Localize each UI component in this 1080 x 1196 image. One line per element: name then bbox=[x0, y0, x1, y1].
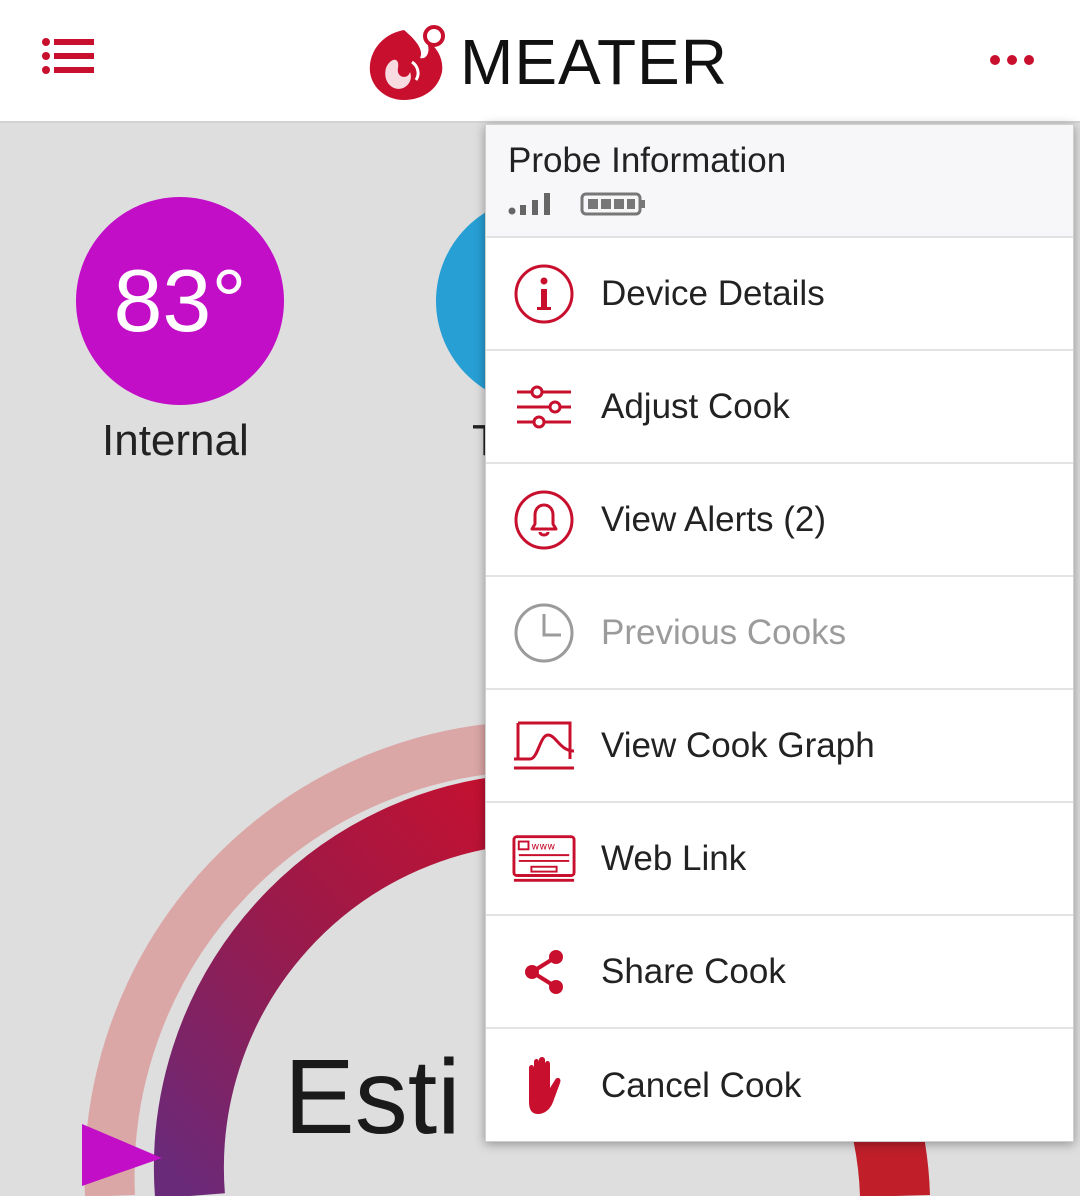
overflow-menu: Probe Information Device Details Adjust … bbox=[485, 124, 1074, 1142]
estimate-title: Esti bbox=[284, 1038, 461, 1156]
web-link-icon: www bbox=[512, 827, 576, 891]
probe-information-header: Probe Information bbox=[486, 125, 1073, 238]
menu-item-label: View Cook Graph bbox=[601, 725, 875, 765]
menu-item-label: Cancel Cook bbox=[601, 1065, 802, 1105]
stop-hand-icon bbox=[512, 1054, 576, 1118]
menu-item-label: Adjust Cook bbox=[601, 386, 790, 426]
graph-icon bbox=[512, 714, 576, 778]
menu-item-label: Web Link bbox=[601, 838, 747, 878]
menu-item-cancel-cook[interactable]: Cancel Cook bbox=[486, 1029, 1073, 1142]
menu-item-label: Share Cook bbox=[601, 951, 786, 991]
meater-logo: MEATER bbox=[364, 22, 728, 102]
internal-label: Internal bbox=[102, 416, 249, 465]
menu-item-web-link[interactable]: www Web Link bbox=[486, 803, 1073, 916]
menu-item-label: View Alerts (2) bbox=[601, 499, 826, 539]
menu-item-view-cook-graph[interactable]: View Cook Graph bbox=[486, 690, 1073, 803]
clock-icon bbox=[512, 601, 576, 665]
probe-status bbox=[508, 191, 1073, 217]
bell-icon bbox=[512, 488, 576, 552]
flame-logo-icon bbox=[369, 25, 445, 100]
internal-temp-circle[interactable]: 83° bbox=[76, 197, 284, 405]
share-icon bbox=[512, 940, 576, 1004]
sliders-icon bbox=[512, 375, 576, 439]
signal-strength-icon bbox=[508, 193, 550, 215]
probe-title: Probe Information bbox=[508, 141, 787, 180]
menu-item-adjust-cook[interactable]: Adjust Cook bbox=[486, 351, 1073, 464]
menu-item-label: Device Details bbox=[601, 273, 825, 313]
app-header: MEATER bbox=[0, 0, 1080, 123]
menu-item-previous-cooks[interactable]: Previous Cooks bbox=[486, 577, 1073, 690]
menu-item-device-details[interactable]: Device Details bbox=[486, 238, 1073, 351]
battery-icon bbox=[580, 192, 645, 216]
menu-item-label: Previous Cooks bbox=[601, 612, 847, 652]
svg-text:www: www bbox=[531, 841, 555, 852]
brand-title: MEATER bbox=[460, 26, 728, 98]
list-menu-icon[interactable] bbox=[38, 36, 98, 84]
menu-item-view-alerts[interactable]: View Alerts (2) bbox=[486, 464, 1073, 577]
more-dots-icon[interactable] bbox=[982, 46, 1042, 76]
internal-temp-value: 83° bbox=[113, 251, 247, 350]
info-icon bbox=[512, 262, 576, 326]
menu-item-share-cook[interactable]: Share Cook bbox=[486, 916, 1073, 1029]
